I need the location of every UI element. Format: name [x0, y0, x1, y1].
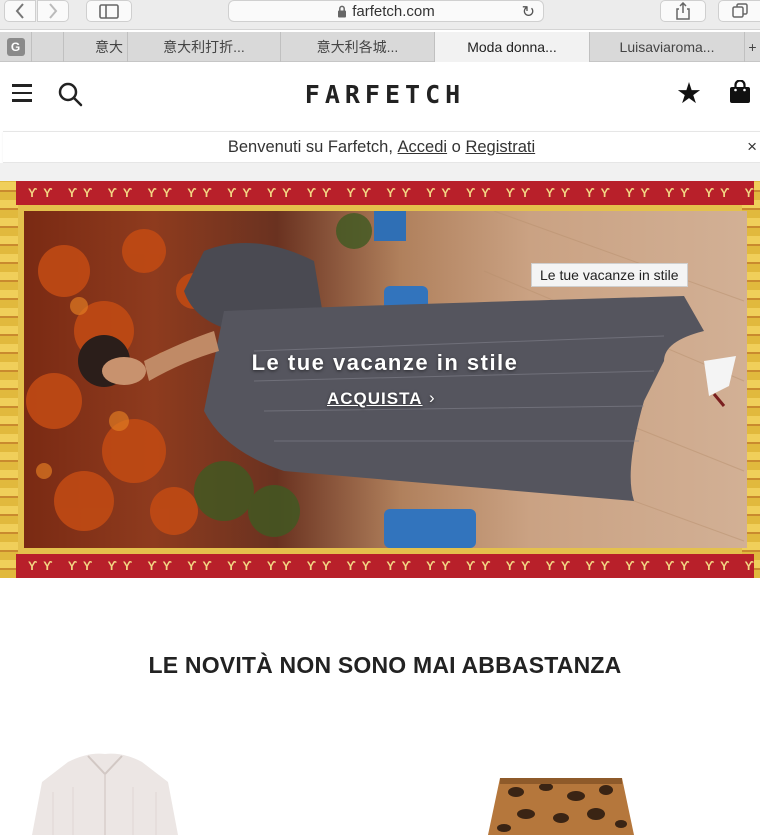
shopping-bag-icon[interactable]: [729, 80, 751, 104]
close-icon[interactable]: ×: [747, 137, 757, 157]
back-button[interactable]: [4, 0, 36, 22]
tab-2[interactable]: 意大利打折...: [128, 32, 281, 62]
chevron-right-icon: [49, 3, 58, 19]
reload-icon[interactable]: ↻: [522, 2, 535, 22]
chevron-right-icon: ›: [429, 388, 435, 407]
show-tabs-button[interactable]: [718, 0, 760, 22]
tab-label: 意大: [95, 39, 123, 55]
shop-now-link[interactable]: ACQUISTA: [327, 389, 423, 409]
plus-icon: +: [748, 39, 757, 55]
decorative-band: ϒϒ ϒϒ ϒϒ ϒϒ ϒϒ ϒϒ ϒϒ ϒϒ ϒϒ ϒϒ ϒϒ ϒϒ ϒϒ ϒ…: [16, 181, 754, 205]
tab-label: 意大利打折...: [163, 39, 245, 55]
tab-1[interactable]: 意大: [64, 32, 128, 62]
chevron-left-icon: [15, 3, 24, 19]
tab-blank[interactable]: [32, 32, 64, 62]
divider: [0, 163, 760, 181]
welcome-connector: o: [447, 137, 466, 156]
register-link[interactable]: Registrati: [465, 138, 535, 157]
site-header: FARFETCH ★: [0, 62, 760, 126]
decorative-pattern: [0, 181, 18, 578]
tab-label: Moda donna...: [467, 39, 557, 55]
farfetch-logo[interactable]: FARFETCH: [0, 80, 760, 109]
new-tab-button[interactable]: +: [745, 32, 760, 62]
new-arrivals-title: LE NOVITÀ NON SONO MAI ABBASTANZA: [148, 652, 622, 678]
hero-tooltip: Le tue vacanze in stile: [531, 263, 688, 287]
decorative-band: ϒϒ ϒϒ ϒϒ ϒϒ ϒϒ ϒϒ ϒϒ ϒϒ ϒϒ ϒϒ ϒϒ ϒϒ ϒϒ ϒ…: [16, 554, 754, 578]
star-icon[interactable]: ★: [676, 76, 702, 111]
url-text: farfetch.com: [352, 2, 435, 20]
browser-toolbar: farfetch.com ↻: [0, 0, 760, 30]
welcome-bar: Benvenuti su Farfetch, Accedi o Registra…: [3, 131, 760, 163]
tab-pinned-google[interactable]: G: [0, 32, 32, 62]
hero-banner[interactable]: ϒϒ ϒϒ ϒϒ ϒϒ ϒϒ ϒϒ ϒϒ ϒϒ ϒϒ ϒϒ ϒϒ ϒϒ ϒϒ ϒ…: [0, 181, 760, 578]
product-card-skirt[interactable]: [486, 752, 636, 835]
login-link[interactable]: Accedi: [398, 138, 448, 157]
share-icon: [676, 2, 690, 20]
tab-4-active[interactable]: Moda donna...: [435, 32, 590, 62]
hero-title: Le tue vacanze in stile: [251, 350, 519, 375]
address-bar[interactable]: farfetch.com ↻: [228, 0, 544, 22]
tab-5[interactable]: Luisaviaroma...: [590, 32, 745, 62]
sidebar-icon: [99, 3, 119, 19]
product-card-shirt[interactable]: [28, 752, 182, 835]
tab-strip: G 意大 意大利打折... 意大利各城... Moda donna... Lui…: [0, 32, 760, 62]
product-image: [488, 778, 634, 835]
tabs-overview-icon: [732, 3, 748, 18]
product-image: [32, 753, 178, 835]
forward-button[interactable]: [37, 0, 69, 22]
google-favicon-icon: G: [6, 38, 25, 56]
tab-label: 意大利各城...: [316, 39, 399, 55]
tab-label: Luisaviaroma...: [619, 39, 715, 55]
welcome-text: Benvenuti su Farfetch,: [227, 137, 398, 156]
hero-image: [24, 211, 747, 548]
share-button[interactable]: [660, 0, 706, 22]
sidebar-button[interactable]: [86, 0, 132, 22]
lock-icon: [338, 5, 347, 17]
tab-3[interactable]: 意大利各城...: [281, 32, 435, 62]
